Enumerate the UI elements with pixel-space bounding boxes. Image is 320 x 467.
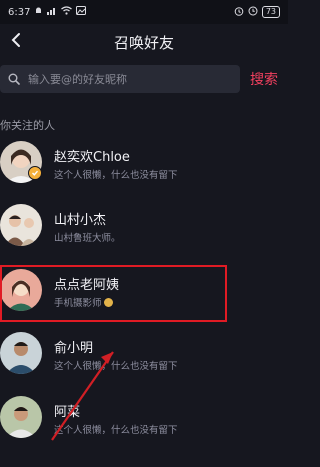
wifi-icon <box>61 6 73 18</box>
friend-bio: 这个人很懒，什么也没有留下 <box>54 361 178 372</box>
back-button[interactable] <box>4 30 28 54</box>
friend-bio: 这个人很懒，什么也没有留下 <box>54 170 178 181</box>
friend-name: 阿菜 <box>54 405 81 420</box>
page-title: 召唤好友 <box>113 33 174 52</box>
friend-item[interactable]: 赵奕欢Chloe 这个人很懒，什么也没有留下 <box>0 138 288 198</box>
chevron-left-icon <box>9 32 23 52</box>
image-icon <box>76 6 87 18</box>
nav-bar: 召唤好友 <box>0 24 288 60</box>
search-button[interactable]: 搜索 <box>250 69 278 89</box>
avatar <box>0 204 42 246</box>
avatar <box>0 332 42 374</box>
search-row: 搜索 <box>0 62 288 96</box>
friend-name: 山村小杰 <box>54 213 107 228</box>
friend-name: 俞小明 <box>54 341 94 356</box>
signal-icon <box>47 6 57 18</box>
battery-indicator: 73 <box>261 6 280 18</box>
section-label: 你关注的人 <box>0 119 55 132</box>
status-time: 6:37 <box>8 6 31 18</box>
search-box[interactable] <box>0 65 240 93</box>
search-icon <box>8 70 20 89</box>
search-input[interactable] <box>28 72 240 86</box>
alarm-icon <box>234 6 244 19</box>
notification-icon <box>34 6 43 18</box>
avatar <box>0 396 42 438</box>
friend-name: 赵奕欢Chloe <box>54 150 130 165</box>
verified-badge-icon <box>28 166 42 180</box>
clock-icon <box>248 6 258 19</box>
status-bar: 6:37 73 <box>0 0 288 24</box>
friend-item[interactable]: 阿菜 这个人很懒，什么也没有留下 <box>0 393 288 453</box>
friend-item[interactable]: 俞小明 这个人很懒，什么也没有留下 <box>0 329 288 389</box>
highlight-box <box>0 265 227 322</box>
friend-item[interactable]: 山村小杰 山村鲁班大师。 <box>0 201 288 261</box>
status-right: 73 <box>234 6 280 19</box>
friend-bio: 山村鲁班大师。 <box>54 233 121 244</box>
friend-bio: 这个人很懒，什么也没有留下 <box>54 425 178 436</box>
status-left: 6:37 <box>8 6 234 18</box>
